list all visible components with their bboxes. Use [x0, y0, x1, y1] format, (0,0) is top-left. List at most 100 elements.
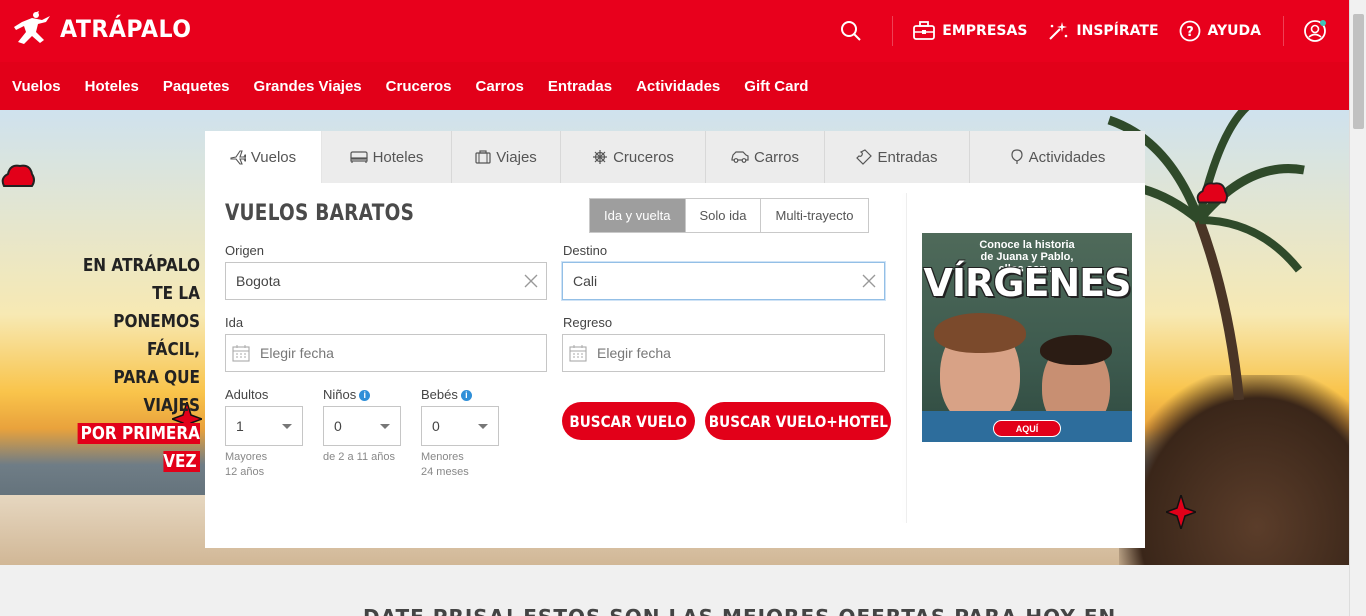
adults-value: 1 — [236, 418, 244, 434]
info-icon[interactable]: i — [460, 390, 472, 402]
children-select[interactable]: 0 — [323, 406, 401, 446]
babies-label: Bebés i — [421, 387, 472, 402]
destination-value: Cali — [573, 273, 598, 289]
trip-round-trip-button[interactable]: Ida y vuelta — [590, 199, 685, 232]
calendar-icon — [569, 345, 587, 362]
tab-hoteles[interactable]: Hoteles — [322, 131, 452, 183]
adults-label: Adultos — [225, 387, 269, 402]
ayuda-label: AYUDA — [1207, 23, 1261, 39]
ad-tagline-line: Conoce la historia — [979, 239, 1075, 251]
nav-gift-card[interactable]: Gift Card — [744, 78, 808, 95]
chevron-down-icon — [282, 423, 292, 429]
nav-paquetes[interactable]: Paquetes — [163, 78, 230, 95]
advertisement-banner[interactable]: Conoce la historia de Juana y Pablo, ell… — [922, 233, 1132, 442]
tab-label: Actividades — [1028, 148, 1106, 166]
ayuda-link[interactable]: ? AYUDA — [1179, 20, 1261, 42]
plane-icon — [230, 150, 246, 165]
empresas-label: EMPRESAS — [942, 23, 1028, 39]
ad-title: VÍRGENES — [923, 261, 1131, 305]
ticket-icon — [856, 149, 873, 165]
tab-entradas[interactable]: Entradas — [825, 131, 970, 183]
panel-divider — [906, 193, 907, 523]
runner-logo-icon — [14, 11, 50, 44]
account-button[interactable] — [1304, 19, 1335, 43]
nav-grandes-viajes[interactable]: Grandes Viajes — [254, 78, 362, 95]
tab-label: Viajes — [496, 148, 537, 166]
search-panel: Vuelos Hoteles Viajes Cruceros Carros En… — [205, 131, 1145, 548]
depart-date-input[interactable]: Elegir fecha — [225, 334, 547, 372]
promo-line: PARA QUE VIAJES — [113, 367, 200, 416]
promo-line: FÁCIL, — [146, 339, 200, 360]
ship-wheel-icon — [593, 150, 608, 164]
nav-cruceros[interactable]: Cruceros — [386, 78, 452, 95]
promo-line: TE LA PONEMOS — [113, 283, 200, 332]
empresas-link[interactable]: EMPRESAS — [913, 21, 1027, 41]
children-label: Niños i — [323, 387, 371, 402]
nav-hoteles[interactable]: Hoteles — [85, 78, 139, 95]
nav-entradas[interactable]: Entradas — [548, 78, 612, 95]
header-divider — [1283, 16, 1284, 46]
return-date-placeholder: Elegir fecha — [597, 345, 671, 361]
calendar-icon — [232, 345, 250, 362]
babies-note: Menores 24 meses — [421, 450, 469, 480]
briefcase-icon — [913, 21, 936, 40]
destination-label: Destino — [563, 243, 608, 258]
babies-select[interactable]: 0 — [421, 406, 499, 446]
cloud-decoration-icon — [1, 164, 35, 187]
info-icon[interactable]: i — [359, 390, 371, 402]
babies-value: 0 — [432, 418, 440, 434]
cloud-decoration-icon — [1196, 182, 1228, 204]
ad-hair-image — [934, 313, 1026, 353]
promo-message: EN ATRÁPALO TE LA PONEMOS FÁCIL, PARA QU… — [73, 252, 200, 476]
chevron-down-icon — [380, 423, 390, 429]
brand-logo[interactable]: ATRÁPALO — [12, 10, 203, 48]
rocks-image — [1119, 375, 1349, 565]
ad-cta-button[interactable]: AQUÍ — [993, 420, 1061, 437]
origin-input[interactable]: Bogota — [225, 262, 547, 300]
top-header: ATRÁPALO EMPRESAS INSPÍRATE ? AYUDA — [0, 0, 1349, 62]
nav-carros[interactable]: Carros — [476, 78, 524, 95]
tab-label: Vuelos — [250, 148, 297, 166]
sparkle-icon — [1049, 22, 1068, 40]
babies-label-text: Bebés — [421, 387, 458, 402]
tab-label: Entradas — [877, 148, 938, 166]
svg-text:?: ? — [1186, 25, 1194, 40]
babies-note-line: Menores — [421, 451, 464, 463]
nav-actividades[interactable]: Actividades — [636, 78, 720, 95]
trip-one-way-button[interactable]: Solo ida — [684, 199, 761, 232]
clear-origin-icon[interactable] — [516, 274, 546, 288]
promo-line: EN ATRÁPALO — [82, 255, 200, 276]
adults-note-line: Mayores — [225, 451, 268, 463]
tab-label: Hoteles — [372, 148, 424, 166]
user-icon — [1304, 20, 1326, 42]
tab-label: Cruceros — [613, 148, 674, 166]
tab-viajes[interactable]: Viajes — [452, 131, 561, 183]
return-date-input[interactable]: Elegir fecha — [562, 334, 885, 372]
children-value: 0 — [334, 418, 342, 434]
nav-vuelos[interactable]: Vuelos — [12, 78, 61, 95]
trip-multi-city-button[interactable]: Multi-trayecto — [760, 199, 868, 232]
scrollbar-thumb[interactable] — [1353, 14, 1364, 129]
search-button[interactable] — [839, 19, 870, 43]
return-date-label: Regreso — [563, 315, 613, 330]
car-icon — [731, 151, 749, 163]
adults-note: Mayores 12 años — [225, 450, 267, 480]
depart-date-label: Ida — [225, 315, 244, 330]
clear-destination-icon[interactable] — [854, 274, 884, 288]
product-tabs: Vuelos Hoteles Viajes Cruceros Carros En… — [205, 131, 1145, 183]
search-flight-button[interactable]: BUSCAR VUELO — [562, 402, 695, 440]
inspirate-link[interactable]: INSPÍRATE — [1047, 20, 1159, 42]
tab-vuelos[interactable]: Vuelos — [205, 131, 322, 183]
search-flight-hotel-button[interactable]: BUSCAR VUELO+HOTEL — [705, 402, 891, 440]
tab-actividades[interactable]: Actividades — [970, 131, 1145, 183]
search-flight-label: BUSCAR VUELO — [569, 411, 688, 431]
tab-cruceros[interactable]: Cruceros — [561, 131, 706, 183]
page-scrollbar[interactable] — [1349, 0, 1366, 616]
destination-input[interactable]: Cali — [562, 262, 885, 300]
adults-select[interactable]: 1 — [225, 406, 303, 446]
children-label-text: Niños — [323, 387, 357, 402]
adults-note-line: 12 años — [225, 466, 265, 478]
children-note: de 2 a 11 años — [323, 451, 395, 463]
search-icon — [841, 21, 862, 41]
tab-carros[interactable]: Carros — [706, 131, 825, 183]
